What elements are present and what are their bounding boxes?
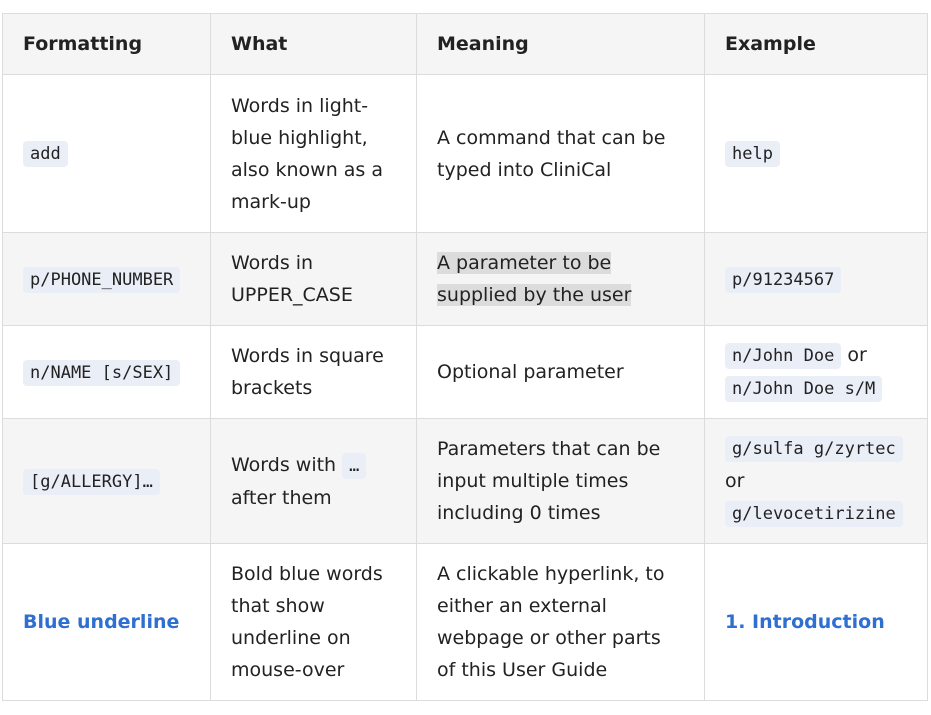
- meaning-cell: A clickable hyperlink, to either an exte…: [416, 543, 705, 701]
- table-row: add Words in light-blue highlight, also …: [2, 74, 928, 233]
- table-header-row: Formatting What Meaning Example: [2, 13, 928, 75]
- ellipsis-code: …: [342, 452, 367, 479]
- blue-underline-link[interactable]: Blue underline: [23, 611, 179, 633]
- what-cell: Bold blue words that show underline on m…: [210, 543, 417, 701]
- repeatable-parameter-code: [g/ALLERGY]…: [23, 468, 160, 495]
- parameter-code: p/PHONE_NUMBER: [23, 266, 181, 293]
- example-code: n/John Doe: [725, 343, 842, 369]
- table-row: [g/ALLERGY]… Words with … after them Par…: [2, 418, 928, 544]
- example-code: p/91234567: [725, 266, 842, 293]
- what-cell: Words in light-blue highlight, also know…: [210, 74, 417, 233]
- meaning-cell: A parameter to be supplied by the user: [416, 232, 705, 326]
- formatting-cell: add: [2, 74, 211, 233]
- formatting-cell: [g/ALLERGY]…: [2, 418, 211, 544]
- example-code: g/levocetirizine: [725, 501, 903, 527]
- what-cell: Words in UPPER_CASE: [210, 232, 417, 326]
- table-row: n/NAME [s/SEX] Words in square brackets …: [2, 325, 928, 419]
- formatting-cell: Blue underline: [2, 543, 211, 701]
- highlighted-text: A parameter to be supplied by the user: [437, 252, 632, 306]
- example-code: g/sulfa g/zyrtec: [725, 436, 903, 462]
- example-cell: 1. Introduction: [704, 543, 928, 701]
- header-example: Example: [704, 13, 928, 75]
- what-text: Words with: [231, 453, 343, 476]
- or-separator: or: [841, 344, 867, 366]
- optional-parameter-code: n/NAME [s/SEX]: [23, 359, 181, 386]
- example-code: n/John Doe s/M: [725, 376, 883, 402]
- formatting-cell: n/NAME [s/SEX]: [2, 325, 211, 419]
- example-cell: g/sulfa g/zyrtec or g/levocetirizine: [704, 418, 928, 544]
- command-code: add: [23, 141, 68, 167]
- header-formatting: Formatting: [2, 13, 211, 75]
- table-row: p/PHONE_NUMBER Words in UPPER_CASE A par…: [2, 232, 928, 326]
- introduction-link[interactable]: 1. Introduction: [725, 611, 885, 633]
- example-cell: p/91234567: [704, 232, 928, 326]
- table-row: Blue underline Bold blue words that show…: [2, 543, 928, 701]
- header-what: What: [210, 13, 417, 75]
- header-meaning: Meaning: [416, 13, 705, 75]
- formatting-table: Formatting What Meaning Example add Word…: [2, 13, 928, 701]
- meaning-cell: A command that can be typed into CliniCa…: [416, 74, 705, 233]
- meaning-cell: Optional parameter: [416, 325, 705, 419]
- what-cell: Words in square brackets: [210, 325, 417, 419]
- what-text: after them: [231, 486, 332, 509]
- example-code: help: [725, 141, 780, 167]
- example-cell: help: [704, 74, 928, 233]
- or-separator: or: [725, 470, 745, 492]
- example-cell: n/John Doe or n/John Doe s/M: [704, 325, 928, 419]
- meaning-cell: Parameters that can be input multiple ti…: [416, 418, 705, 544]
- what-cell: Words with … after them: [210, 418, 417, 544]
- formatting-cell: p/PHONE_NUMBER: [2, 232, 211, 326]
- page: Formatting What Meaning Example add Word…: [0, 0, 931, 701]
